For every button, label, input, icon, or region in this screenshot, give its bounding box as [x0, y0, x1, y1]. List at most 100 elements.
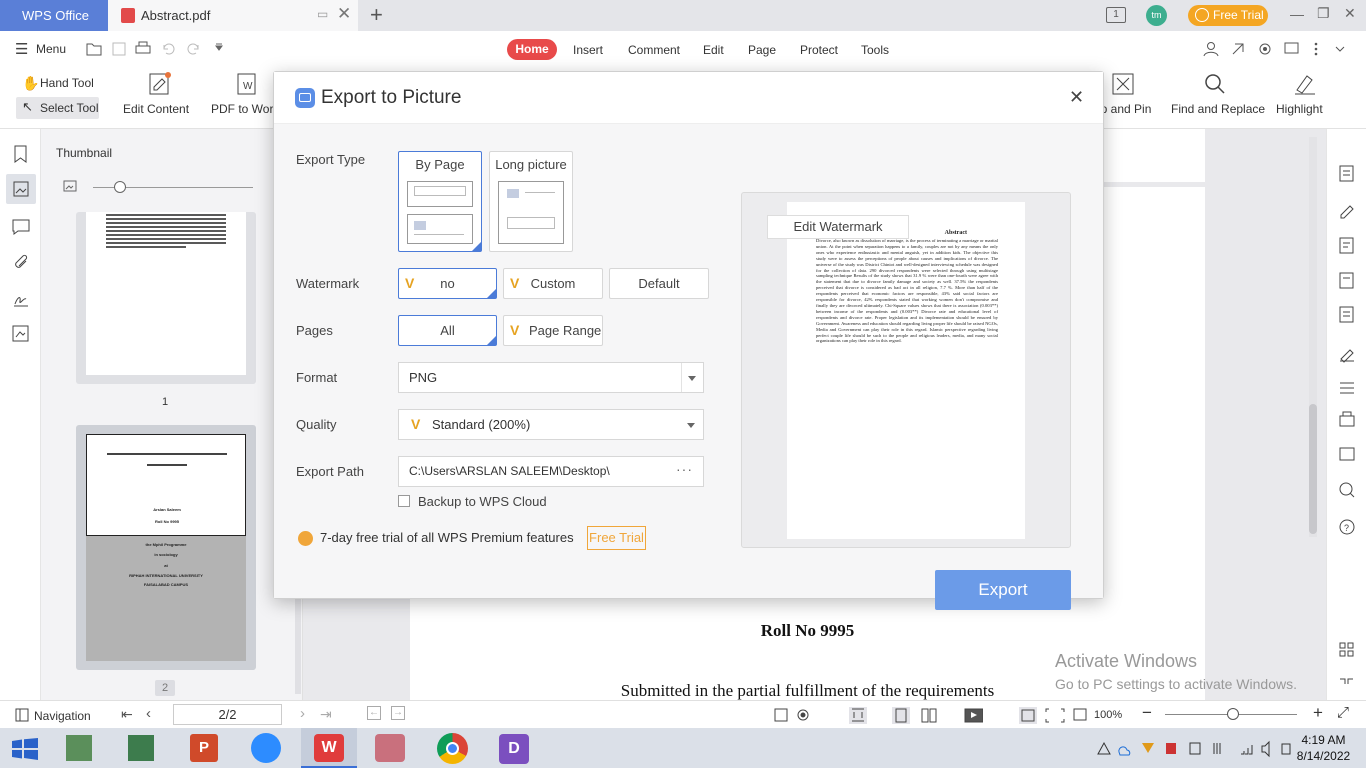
app-d-icon[interactable]: D	[499, 734, 529, 764]
taskbar-app-2-icon[interactable]	[128, 735, 154, 761]
forward-icon[interactable]: →	[391, 706, 405, 720]
close-window-icon[interactable]: ✕	[1344, 5, 1356, 22]
fullscreen-icon[interactable]: ⤢	[1337, 704, 1349, 721]
pages-option-range[interactable]: V Page Range	[503, 315, 603, 346]
navigation-icon[interactable]	[15, 708, 29, 722]
right-sidebar-rail: ?	[1326, 129, 1366, 700]
highlight-icon	[1295, 75, 1315, 95]
edit-content-button[interactable]: Edit Content	[123, 102, 189, 116]
tab-abstract-pdf[interactable]: Abstract.pdf ▭ ✕	[108, 0, 358, 31]
maximize-icon[interactable]: ❐	[1317, 5, 1330, 22]
view-mode-icons[interactable]	[773, 706, 983, 724]
next-page-icon[interactable]: ›	[300, 705, 305, 722]
grid-fit-icons[interactable]	[1338, 641, 1356, 691]
export-path-input[interactable]: C:\Users\ARSLAN SALEEM\Desktop\ ···	[398, 456, 704, 487]
tab-edit[interactable]: Edit	[703, 43, 724, 57]
export-type-label: Export Type	[296, 152, 366, 167]
bookmark-icon[interactable]	[13, 145, 29, 163]
export-type-long-picture[interactable]: Long picture	[489, 151, 573, 252]
last-page-icon[interactable]: ⇥	[320, 706, 332, 723]
thumbnail-panel: Thumbnail 1 Arslan Saleem Roll No 9995 t…	[41, 129, 303, 700]
free-trial-button[interactable]: Free Trial	[1188, 5, 1268, 26]
snipping-tool-icon[interactable]	[375, 734, 405, 762]
page-number-input[interactable]: 2/2	[173, 704, 282, 725]
backup-checkbox[interactable]	[398, 495, 410, 507]
navigation-label[interactable]: Navigation	[34, 709, 91, 723]
windows-taskbar: P W D 4:19 AM 8/14/2022	[0, 728, 1366, 768]
watermark-option-default[interactable]: Default	[609, 268, 709, 299]
page-2-subtitle-line	[147, 464, 187, 466]
clock-time[interactable]: 4:19 AM	[1296, 733, 1351, 747]
edit-watermark-button[interactable]: Edit Watermark	[767, 215, 909, 239]
zoom-level[interactable]: 100%	[1094, 709, 1122, 721]
zoom-app-icon[interactable]	[251, 733, 281, 763]
signature-icon[interactable]	[12, 289, 30, 307]
trial-free-button[interactable]: Free Trial	[587, 526, 646, 550]
browse-folder-icon[interactable]: ···	[676, 461, 693, 477]
export-button[interactable]: Export	[935, 570, 1071, 610]
prev-page-icon[interactable]: ‹	[146, 705, 151, 722]
hand-tool-button[interactable]: Hand Tool	[40, 76, 94, 90]
thumbnail-page-2[interactable]: Arslan Saleem Roll No 9995 the Mphil Pro…	[76, 425, 256, 670]
watermark-option-custom[interactable]: V Custom	[503, 268, 603, 299]
format-select[interactable]: PNG	[398, 362, 704, 393]
system-tray-icons[interactable]	[1096, 740, 1291, 758]
pages-option-all[interactable]: All	[398, 315, 497, 346]
quick-access-icons[interactable]	[86, 41, 231, 57]
pdf-to-word-button[interactable]: PDF to Word	[211, 102, 280, 116]
backup-label[interactable]: Backup to WPS Cloud	[418, 494, 547, 509]
top-right-icons[interactable]	[1202, 41, 1352, 57]
hamburger-icon[interactable]: ☰	[15, 40, 28, 58]
window-count-icon[interactable]: 1	[1106, 7, 1126, 23]
menu-label[interactable]: Menu	[36, 42, 66, 56]
back-icon[interactable]: ←	[367, 706, 381, 720]
watermark-label: Watermark	[296, 276, 360, 291]
tab-protect[interactable]: Protect	[800, 43, 838, 57]
slider-handle[interactable]	[114, 181, 126, 193]
tab-page[interactable]: Page	[748, 43, 776, 57]
avatar[interactable]: tm	[1146, 5, 1167, 26]
fit-icons[interactable]	[1018, 706, 1088, 724]
tab-pdf-label: Abstract.pdf	[141, 8, 211, 23]
select-tool-button[interactable]: ↖ Select Tool	[16, 97, 99, 119]
minimize-icon[interactable]: —	[1290, 6, 1304, 22]
new-tab-icon[interactable]: +	[370, 2, 383, 28]
export-path-value: C:\Users\ARSLAN SALEEM\Desktop\	[409, 464, 610, 478]
thumbnail-tab[interactable]	[6, 174, 36, 204]
tab-close-icon[interactable]: ✕	[337, 4, 351, 24]
activate-windows-title: Activate Windows	[1055, 651, 1198, 671]
comment-icon[interactable]	[12, 219, 30, 235]
clip-and-pin-button[interactable]: ip and Pin	[1098, 102, 1151, 116]
dialog-close-icon[interactable]: ✕	[1069, 87, 1084, 108]
find-and-replace-button[interactable]: Find and Replace	[1171, 102, 1265, 116]
export-type-by-page[interactable]: By Page	[398, 151, 482, 252]
tab-comment[interactable]: Comment	[628, 43, 680, 57]
wps-presentation-icon[interactable]: P	[190, 734, 218, 762]
tab-insert[interactable]: Insert	[573, 43, 603, 57]
clock-date[interactable]: 8/14/2022	[1292, 749, 1355, 763]
tab-restore-icon[interactable]: ▭	[317, 7, 328, 21]
tab-tools[interactable]: Tools	[861, 43, 889, 57]
thumbnail-page-1[interactable]	[76, 212, 256, 384]
wps-office-taskbar-icon[interactable]: W	[301, 728, 357, 768]
document-scroll-thumb[interactable]	[1309, 404, 1317, 534]
zoom-out-icon[interactable]: −	[1142, 703, 1152, 723]
picture-extract-icon[interactable]	[12, 325, 30, 343]
watermark-option-no[interactable]: V no	[398, 268, 497, 299]
zoom-slider-handle[interactable]	[1227, 708, 1239, 720]
quality-select[interactable]: V Standard (200%)	[398, 409, 704, 440]
format-dropdown-button[interactable]	[681, 363, 703, 392]
attachment-icon[interactable]	[12, 254, 30, 272]
first-page-icon[interactable]: ⇤	[121, 706, 133, 723]
pages-label: Pages	[296, 323, 333, 338]
edit-content-icon	[149, 72, 171, 95]
right-rail-icons[interactable]: ?	[1338, 165, 1356, 565]
tab-home[interactable]: Home	[507, 39, 557, 60]
document-scrollbar[interactable]	[1309, 137, 1317, 537]
taskbar-app-1-icon[interactable]	[66, 735, 92, 761]
zoom-in-icon[interactable]: +	[1313, 703, 1323, 723]
tab-wps-office[interactable]: WPS Office	[0, 0, 108, 31]
windows-start-icon[interactable]	[12, 738, 38, 760]
highlight-button[interactable]: Highlight	[1276, 102, 1323, 116]
chrome-icon[interactable]	[437, 733, 468, 764]
